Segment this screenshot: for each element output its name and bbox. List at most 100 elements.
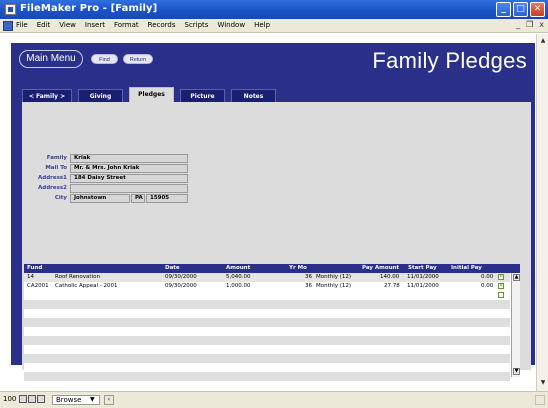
minimize-button[interactable]: _ — [496, 2, 511, 17]
layout-area: Main Menu Find Return Family Pledges < F… — [4, 34, 536, 391]
chevron-down-icon[interactable]: ▼ — [90, 396, 95, 403]
pledge-amount[interactable]: 5,040.00 — [226, 273, 251, 282]
toggle-status-area-icon[interactable] — [37, 395, 45, 403]
menu-items: File Edit View Insert Format Records Scr… — [16, 21, 270, 29]
start-pay[interactable]: 11/01/2000 — [407, 273, 439, 282]
col-start-pay: Start Pay — [408, 265, 437, 271]
family-label: Family — [46, 155, 67, 161]
table-row[interactable]: 14 Roof Renovation 09/30/2000 5,040.00 3… — [24, 273, 510, 282]
pay-amount[interactable]: 27.78 — [384, 282, 400, 291]
fund-code[interactable]: 14 — [27, 273, 34, 282]
menu-window[interactable]: Window — [217, 21, 245, 29]
zoom-in-icon[interactable] — [28, 395, 36, 403]
address2-label: Address2 — [38, 185, 67, 191]
find-button[interactable]: Find — [91, 54, 118, 64]
tab-giving[interactable]: Giving — [78, 89, 123, 103]
state-field[interactable]: PA — [131, 194, 145, 203]
menu-file[interactable]: File — [16, 21, 28, 29]
window-title: FileMaker Pro - [Family] — [20, 3, 158, 14]
pledge-date[interactable]: 09/30/2000 — [165, 273, 197, 282]
row-checkbox[interactable] — [498, 273, 504, 282]
table-row-empty[interactable] — [24, 291, 510, 300]
pledge-frequency[interactable]: Monthly (12) — [316, 273, 351, 282]
menu-bar: File Edit View Insert Format Records Scr… — [0, 19, 548, 33]
pledge-date[interactable]: 09/30/2000 — [165, 282, 197, 291]
menu-scripts[interactable]: Scripts — [185, 21, 209, 29]
zoom-out-icon[interactable] — [19, 395, 27, 403]
empty-row-stripe — [24, 372, 510, 381]
fund-name[interactable]: Roof Renovation — [55, 273, 100, 282]
pledge-yrmo[interactable]: 36 — [305, 282, 312, 291]
pledge-yrmo[interactable]: 36 — [305, 273, 312, 282]
col-amount: Amount — [226, 265, 251, 271]
family-field[interactable]: Kriak — [70, 154, 188, 163]
city-label: City — [54, 195, 67, 201]
main-menu-button[interactable]: Main Menu — [19, 50, 83, 68]
tab-pledges[interactable]: Pledges — [129, 87, 174, 103]
empty-row-stripe — [24, 354, 510, 363]
portal-scrollbar[interactable]: ▲ ▼ — [511, 273, 520, 377]
pay-amount[interactable]: 140.00 — [380, 273, 399, 282]
mailto-field[interactable]: Mr. & Mrs. John Kriak — [70, 164, 188, 173]
mode-icons — [19, 395, 45, 403]
fund-code[interactable]: CA2001 — [27, 282, 49, 291]
fund-name[interactable]: Catholic Appeal - 2001 — [55, 282, 118, 291]
document-restore-button[interactable]: ❐ — [526, 20, 533, 29]
col-fund: Fund — [27, 265, 43, 271]
city-field[interactable]: Johnstown — [70, 194, 130, 203]
portal-scroll-down-icon[interactable]: ▼ — [513, 368, 520, 375]
resize-grip-icon[interactable] — [535, 395, 545, 405]
empty-row-stripe — [24, 318, 510, 327]
filemaker-app-icon[interactable] — [5, 4, 16, 15]
document-window-controls: _ ❐ x — [516, 20, 544, 29]
col-yrmo: Yr Mo — [289, 265, 307, 271]
scroll-left-icon[interactable]: ‹ — [104, 395, 114, 405]
menu-records[interactable]: Records — [148, 21, 176, 29]
document-icon[interactable] — [3, 21, 13, 31]
tab-family[interactable]: < Family > — [22, 89, 72, 103]
initial-pay[interactable]: 0.00 — [481, 273, 493, 282]
pledges-portal: Fund Date Amount Yr Mo Pay Amount Start … — [24, 264, 520, 389]
menu-insert[interactable]: Insert — [85, 21, 105, 29]
close-button[interactable]: ✕ — [530, 2, 545, 17]
scroll-down-icon[interactable]: ▼ — [538, 378, 548, 388]
portal-scroll-up-icon[interactable]: ▲ — [513, 274, 520, 281]
maximize-button[interactable]: □ — [513, 2, 528, 17]
address1-label: Address1 — [38, 175, 67, 181]
empty-row-stripe — [24, 336, 510, 345]
row-checkbox[interactable] — [498, 282, 504, 291]
portal-header: Fund Date Amount Yr Mo Pay Amount Start … — [24, 264, 520, 273]
menu-format[interactable]: Format — [114, 21, 139, 29]
mailto-label: Mail To — [45, 165, 67, 171]
zoom-level[interactable]: 100 — [3, 395, 16, 403]
pledge-frequency[interactable]: Monthly (12) — [316, 282, 351, 291]
status-bar: 100 Browse ▼ ‹ — [0, 391, 548, 408]
zip-field[interactable]: 15905 — [146, 194, 188, 203]
tab-strip: < Family > Giving Pledges Picture Notes — [22, 87, 276, 103]
col-pay-amount: Pay Amount — [362, 265, 400, 271]
layout-background: Main Menu Find Return Family Pledges < F… — [11, 43, 535, 389]
row-checkbox[interactable] — [498, 292, 504, 298]
menu-edit[interactable]: Edit — [37, 21, 51, 29]
col-initial-pay: Initial Pay — [451, 265, 482, 271]
start-pay[interactable]: 11/01/2000 — [407, 282, 439, 291]
tab-picture[interactable]: Picture — [180, 89, 225, 103]
scroll-up-icon[interactable]: ▲ — [538, 36, 548, 46]
window-vertical-scrollbar[interactable]: ▲ ▼ — [536, 34, 548, 391]
menu-help[interactable]: Help — [254, 21, 270, 29]
col-date: Date — [165, 265, 180, 271]
pledges-panel: Family Kriak Mail To Mr. & Mrs. John Kri… — [22, 102, 531, 389]
tab-notes[interactable]: Notes — [231, 89, 276, 103]
pledge-amount[interactable]: 1,000.00 — [226, 282, 251, 291]
address2-field[interactable] — [70, 184, 188, 193]
table-row[interactable]: CA2001 Catholic Appeal - 2001 09/30/2000… — [24, 282, 510, 291]
return-button[interactable]: Return — [123, 54, 153, 64]
address1-field[interactable]: 184 Daisy Street — [70, 174, 188, 183]
empty-row-stripe — [24, 300, 510, 309]
page-title: Family Pledges — [372, 48, 527, 73]
menu-view[interactable]: View — [59, 21, 76, 29]
window-titlebar: FileMaker Pro - [Family] _ □ ✕ — [0, 0, 548, 19]
document-minimize-button[interactable]: _ — [516, 20, 520, 29]
document-close-button[interactable]: x — [539, 20, 544, 29]
initial-pay[interactable]: 0.00 — [481, 282, 493, 291]
